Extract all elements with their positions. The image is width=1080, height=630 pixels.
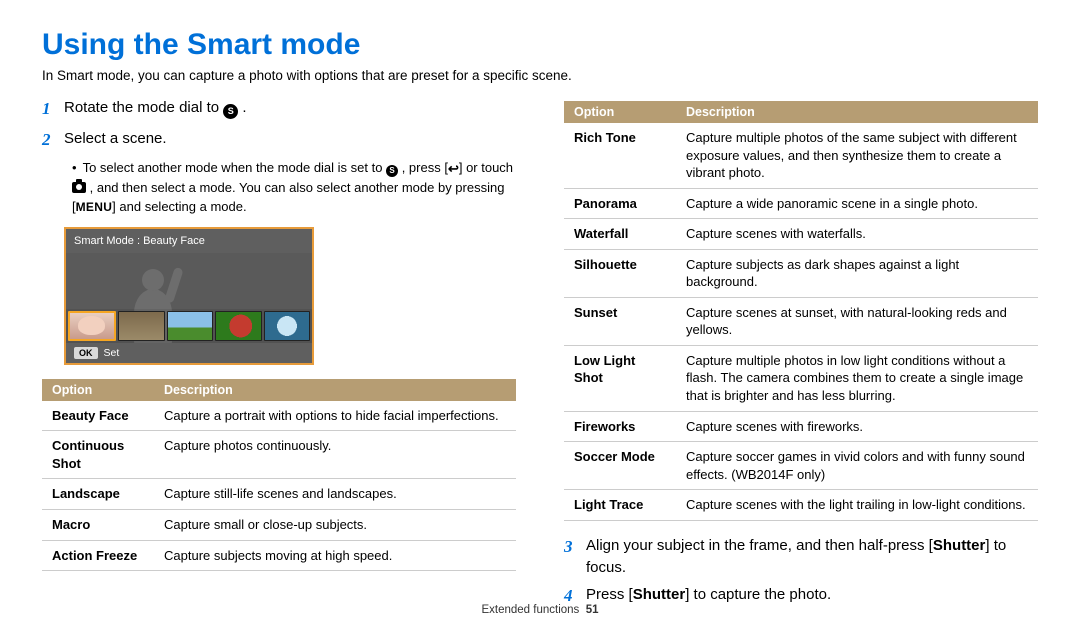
thumb-action-freeze [264,311,310,341]
table-row: SilhouetteCapture subjects as dark shape… [564,249,1038,297]
th-description: Description [154,379,516,401]
camera-icon [72,182,86,193]
table-row: Beauty FaceCapture a portrait with optio… [42,401,516,431]
option-desc: Capture subjects moving at high speed. [154,540,516,571]
option-name: Sunset [564,297,676,345]
th-description: Description [676,101,1038,123]
page-footer: Extended functions 51 [0,604,1080,616]
sub-pre3: ] or touch [459,160,513,175]
option-name: Fireworks [564,411,676,442]
mode-thumbnail-strip [66,309,312,343]
option-name: Low Light Shot [564,345,676,411]
option-name: Panorama [564,188,676,219]
step4-bold: Shutter [633,586,686,603]
page-title: Using the Smart mode [42,28,1038,62]
option-name: Action Freeze [42,540,154,571]
step2-sub-bullet: •To select another mode when the mode di… [72,158,516,217]
table-row: Action FreezeCapture subjects moving at … [42,540,516,571]
mode-dial-s-icon: S [223,104,238,119]
lcd-mode-label: Smart Mode : Beauty Face [66,229,312,253]
option-name: Macro [42,509,154,540]
step4-pre: Press [ [586,586,633,603]
option-desc: Capture a wide panoramic scene in a sing… [676,188,1038,219]
options-table-right-body: Rich ToneCapture multiple photos of the … [564,123,1038,520]
footer-section: Extended functions [481,604,579,616]
option-desc: Capture scenes at sunset, with natural-l… [676,297,1038,345]
table-row: SunsetCapture scenes at sunset, with nat… [564,297,1038,345]
footer-page-number: 51 [586,604,599,616]
option-name: Continuous Shot [42,431,154,479]
back-arrow-icon: ↩ [448,162,459,175]
options-table-left: Option Description Beauty FaceCapture a … [42,379,516,571]
option-desc: Capture small or close-up subjects. [154,509,516,540]
step-3: 3 Align your subject in the frame, and t… [564,535,1038,579]
thumb-macro [215,311,261,341]
step-number-1: 1 [42,97,64,122]
th-option: Option [42,379,154,401]
option-name: Soccer Mode [564,442,676,490]
step-1: 1 Rotate the mode dial to S . [42,97,516,122]
option-desc: Capture photos continuously. [154,431,516,479]
option-desc: Capture soccer games in vivid colors and… [676,442,1038,490]
table-row: LandscapeCapture still-life scenes and l… [42,479,516,510]
table-row: Low Light ShotCapture multiple photos in… [564,345,1038,411]
option-name: Landscape [42,479,154,510]
sub-pre2: , press [ [398,160,448,175]
thumb-landscape [167,311,213,341]
th-option: Option [564,101,676,123]
step-number-2: 2 [42,128,64,153]
table-row: Continuous ShotCapture photos continuous… [42,431,516,479]
table-row: MacroCapture small or close-up subjects. [42,509,516,540]
option-desc: Capture still-life scenes and landscapes… [154,479,516,510]
option-name: Waterfall [564,219,676,250]
thumb-continuous [118,311,164,341]
option-desc: Capture scenes with waterfalls. [676,219,1038,250]
sub-pre5: ] and selecting a mode. [112,199,246,214]
option-desc: Capture subjects as dark shapes against … [676,249,1038,297]
intro-text: In Smart mode, you can capture a photo w… [42,68,1038,83]
option-desc: Capture multiple photos in low light con… [676,345,1038,411]
step1-pre: Rotate the mode dial to [64,99,223,116]
lcd-footer: OK Set [66,343,312,363]
mode-dial-s-small-icon: S [386,165,398,177]
camera-lcd-preview: Smart Mode : Beauty Face OK Set [64,227,314,365]
step-number-3: 3 [564,535,586,560]
option-name: Beauty Face [42,401,154,431]
step2-text: Select a scene. [64,128,516,150]
options-table-right: Option Description Rich ToneCapture mult… [564,101,1038,521]
table-row: Soccer ModeCapture soccer games in vivid… [564,442,1038,490]
sub-pre1: To select another mode when the mode dia… [83,160,387,175]
option-name: Light Trace [564,490,676,521]
table-row: WaterfallCapture scenes with waterfalls. [564,219,1038,250]
ok-badge: OK [74,347,98,359]
option-desc: Capture scenes with fireworks. [676,411,1038,442]
table-row: Light TraceCapture scenes with the light… [564,490,1038,521]
option-name: Silhouette [564,249,676,297]
step3-pre: Align your subject in the frame, and the… [586,537,933,554]
option-desc: Capture a portrait with options to hide … [154,401,516,431]
step4-post: ] to capture the photo. [685,586,831,603]
table-row: FireworksCapture scenes with fireworks. [564,411,1038,442]
option-desc: Capture multiple photos of the same subj… [676,123,1038,188]
options-table-left-body: Beauty FaceCapture a portrait with optio… [42,401,516,571]
option-desc: Capture scenes with the light trailing i… [676,490,1038,521]
right-column: Option Description Rich ToneCapture mult… [564,97,1038,615]
left-column: 1 Rotate the mode dial to S . 2 Select a… [42,97,516,615]
set-label: Set [104,347,120,359]
table-row: PanoramaCapture a wide panoramic scene i… [564,188,1038,219]
option-name: Rich Tone [564,123,676,188]
table-row: Rich ToneCapture multiple photos of the … [564,123,1038,188]
step-2: 2 Select a scene. [42,128,516,153]
menu-label: MENU [76,200,113,214]
step1-post: . [238,99,246,116]
lcd-body [66,253,312,343]
thumb-beauty-face [68,311,116,341]
step3-bold: Shutter [933,537,986,554]
